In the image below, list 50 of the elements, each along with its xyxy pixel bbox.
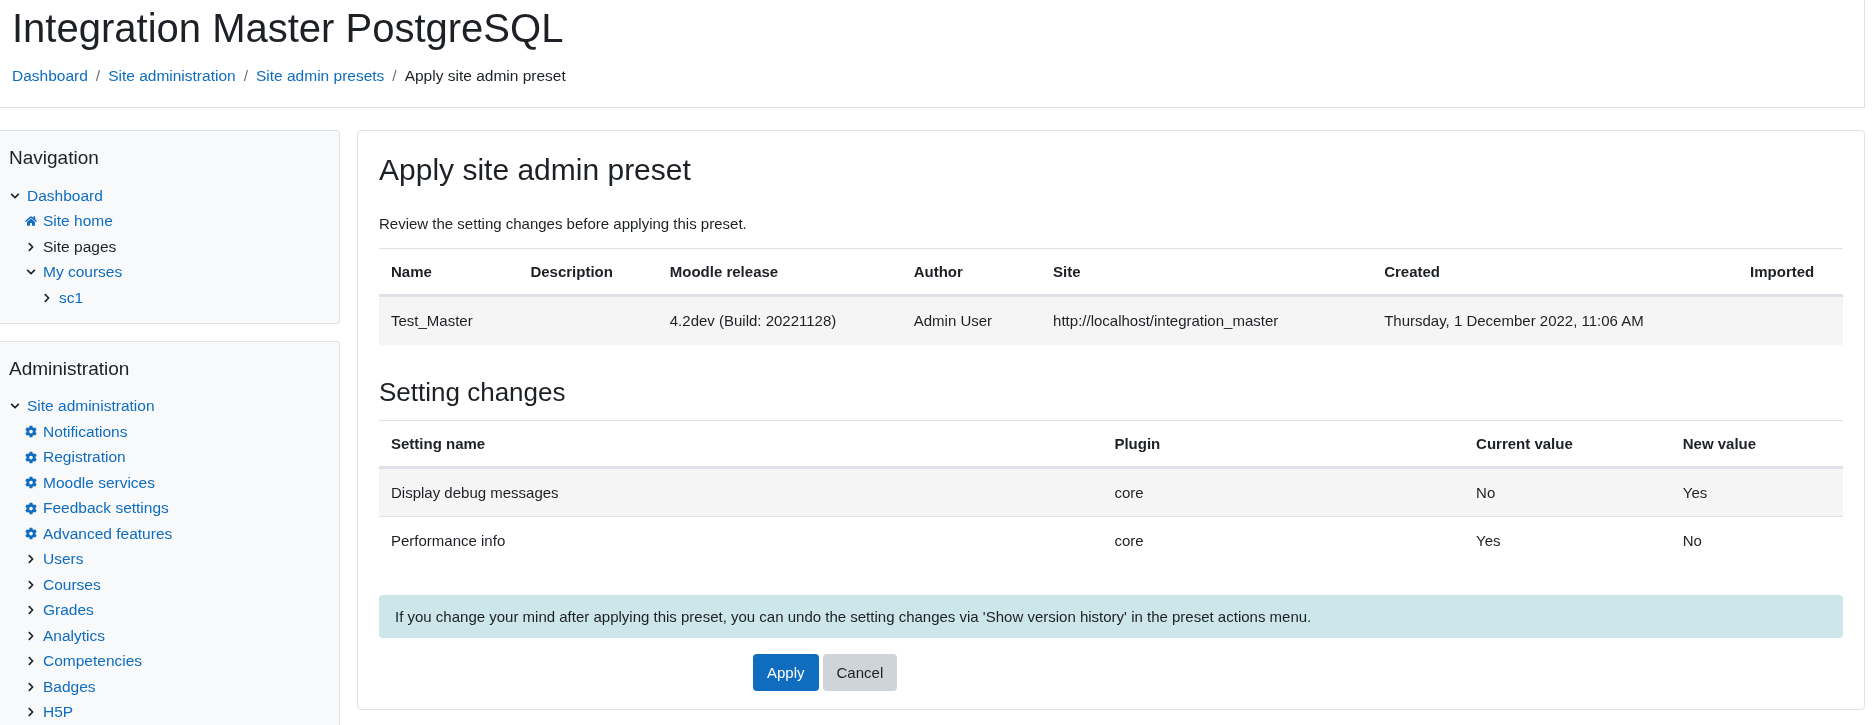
breadcrumb-link[interactable]: Site administration bbox=[108, 67, 236, 85]
breadcrumb-separator: / bbox=[392, 67, 397, 85]
apply-button[interactable]: Apply bbox=[753, 654, 819, 691]
table-cell: Thursday, 1 December 2022, 11:06 AM bbox=[1372, 295, 1739, 345]
nav-link[interactable]: Analytics bbox=[43, 626, 106, 645]
table-cell: http://localhost/integration_master bbox=[1041, 295, 1373, 345]
cancel-button[interactable]: Cancel bbox=[822, 654, 898, 691]
table-cell: Display debug messages bbox=[379, 467, 1103, 516]
nav-link[interactable]: H5P bbox=[43, 703, 74, 722]
nav-link[interactable]: Grades bbox=[43, 601, 94, 620]
gear-icon bbox=[25, 450, 37, 464]
nav-link[interactable]: Advanced features bbox=[43, 524, 173, 543]
home-icon bbox=[25, 214, 37, 229]
table-cell: Test_Master bbox=[379, 295, 519, 345]
block-title: Administration bbox=[9, 357, 131, 380]
nav-link[interactable]: My courses bbox=[43, 263, 123, 282]
gear-icon bbox=[25, 425, 37, 439]
breadcrumb-link[interactable]: Dashboard bbox=[12, 67, 88, 85]
table-cell: core bbox=[1102, 467, 1465, 516]
block-title: Navigation bbox=[9, 147, 100, 169]
nav-link[interactable]: Badges bbox=[43, 677, 96, 696]
site-title: Integration Master PostgreSQL bbox=[12, 5, 565, 52]
nav-link[interactable]: Feedback settings bbox=[43, 499, 169, 518]
breadcrumb-link[interactable]: Site admin presets bbox=[255, 67, 385, 85]
table-cell: 4.2dev (Build: 20221128) bbox=[657, 295, 902, 345]
nav-link[interactable]: Moodle services bbox=[43, 473, 155, 492]
nav-link[interactable]: Users bbox=[43, 550, 84, 569]
gear-icon bbox=[25, 501, 37, 515]
nav-link[interactable]: Site administration bbox=[27, 397, 155, 416]
breadcrumb-separator: / bbox=[95, 67, 101, 85]
page-heading: Apply site admin preset bbox=[379, 153, 692, 187]
gear-icon bbox=[25, 476, 37, 490]
nav-link[interactable]: Notifications bbox=[43, 422, 128, 441]
nav-link[interactable]: Courses bbox=[43, 575, 101, 594]
table-cell: Admin User bbox=[901, 295, 1042, 345]
gear-icon bbox=[25, 527, 37, 541]
info-notice: If you change your mind after applying this preset, you can undo the setting changes via 'Show version history' in the preset actions menu. bbox=[379, 595, 1843, 638]
nav-link[interactable]: sc1 bbox=[59, 288, 84, 307]
breadcrumb-separator: / bbox=[243, 67, 248, 85]
nav-link[interactable]: Competencies bbox=[43, 652, 143, 671]
intro-text: Review the setting changes before applying this preset. bbox=[379, 215, 748, 232]
nav-link[interactable]: Site home bbox=[43, 212, 113, 231]
nav-item[interactable]: Site pages bbox=[43, 237, 117, 256]
nav-link[interactable]: Registration bbox=[43, 448, 126, 467]
nav-link[interactable]: Dashboard bbox=[27, 186, 103, 205]
chevron-down-icon[interactable] bbox=[9, 190, 21, 201]
table-cell: No bbox=[1464, 467, 1671, 516]
table-cell: Yes bbox=[1670, 467, 1843, 516]
section-heading: Setting changes bbox=[379, 376, 567, 408]
current-page-text: Apply site admin preset bbox=[404, 67, 566, 85]
